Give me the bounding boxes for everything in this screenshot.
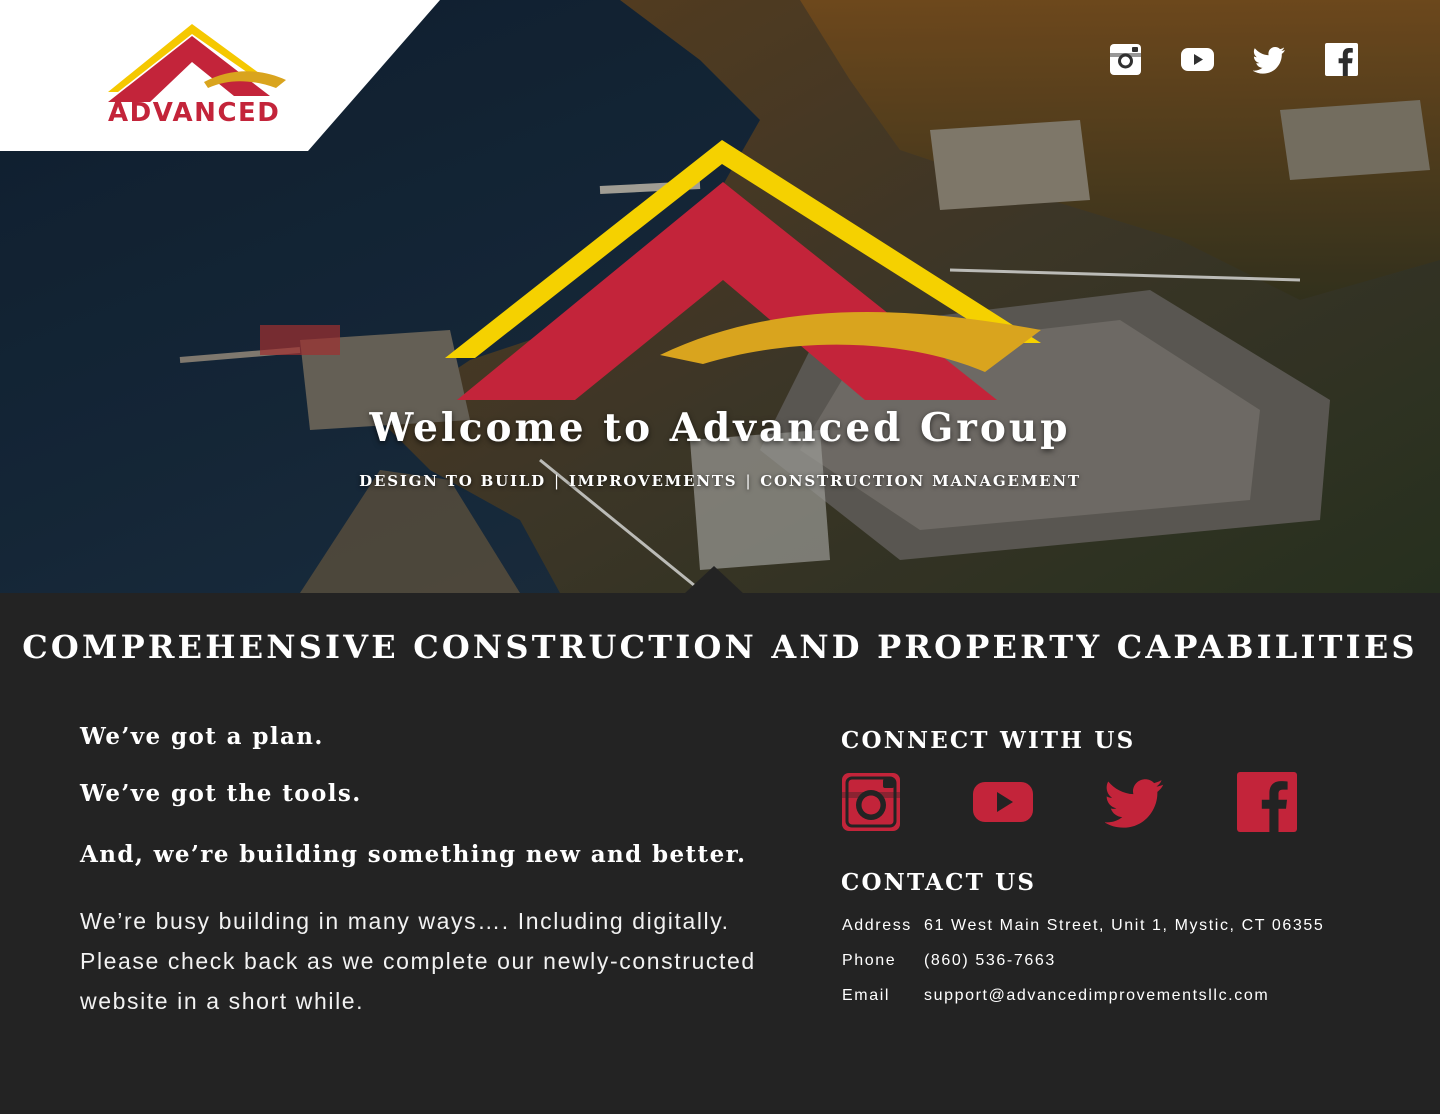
headline-tools: We’ve got the tools. bbox=[80, 780, 362, 807]
email-label: Email bbox=[842, 987, 891, 1004]
address-value: 61 West Main Street, Unit 1, Mystic, CT … bbox=[924, 917, 1325, 934]
headline-plan: We’ve got a plan. bbox=[80, 723, 324, 750]
contact-title: CONTACT US bbox=[841, 869, 1037, 896]
connect-social-links bbox=[841, 772, 1301, 832]
facebook-icon[interactable] bbox=[1237, 772, 1297, 832]
facebook-icon[interactable] bbox=[1325, 43, 1358, 76]
services-separator: | bbox=[553, 472, 561, 490]
connect-title: CONNECT WITH US bbox=[841, 727, 1136, 754]
twitter-icon[interactable] bbox=[1105, 772, 1165, 832]
logo-panel[interactable]: ADVANCED bbox=[0, 0, 440, 151]
logo-text: ADVANCED bbox=[108, 98, 281, 128]
intro-body-text: We’re busy building in many ways…. Inclu… bbox=[80, 908, 756, 1014]
hero-services: DESIGN TO BUILD | IMPROVEMENTS | CONSTRUCTIO… bbox=[0, 472, 1440, 490]
hero-title: Welcome to Advanced Group bbox=[369, 405, 1071, 451]
service-improvements: IMPROVEMENTS bbox=[568, 472, 738, 490]
email-link[interactable]: support@advancedimprovementsllc.com bbox=[924, 987, 1269, 1005]
address-label: Address bbox=[842, 917, 912, 934]
service-construction-management: CONSTRUCTION MANAGEMENT bbox=[760, 472, 1081, 490]
hero-banner: ADVANCED Welcome to Advanced Group DESIG… bbox=[0, 0, 1440, 593]
hero-notch-divider bbox=[684, 566, 744, 593]
youtube-icon[interactable] bbox=[973, 772, 1033, 832]
instagram-icon[interactable] bbox=[1109, 43, 1142, 76]
headline-building: And, we’re building something new and be… bbox=[80, 841, 747, 868]
phone-label: Phone bbox=[842, 952, 897, 969]
youtube-icon[interactable] bbox=[1181, 43, 1214, 76]
services-separator: | bbox=[745, 472, 753, 490]
service-design-to-build: DESIGN TO BUILD bbox=[359, 472, 546, 490]
instagram-icon[interactable] bbox=[841, 772, 901, 832]
twitter-icon[interactable] bbox=[1253, 43, 1286, 76]
hero-roof-logo-icon bbox=[445, 140, 1041, 400]
section-title: COMPREHENSIVE CONSTRUCTION AND PROPERTY … bbox=[22, 628, 1418, 666]
header-social-links bbox=[1109, 43, 1358, 76]
phone-link[interactable]: (860) 536-7663 bbox=[924, 952, 1056, 970]
